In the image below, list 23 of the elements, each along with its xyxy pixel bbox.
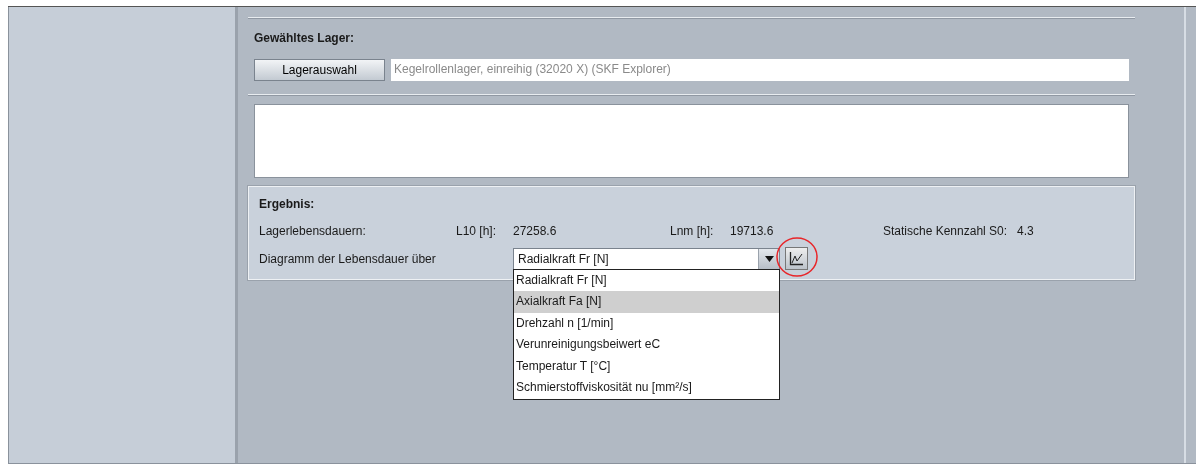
metric-value: 19713.6 <box>730 224 775 238</box>
metric-value: 27258.6 <box>513 224 558 238</box>
metric-label: Lnm [h]: <box>670 224 715 238</box>
dropdown-option[interactable]: Temperatur T [°C] <box>514 355 779 378</box>
caret-icon <box>764 255 774 262</box>
chart-button[interactable] <box>785 247 808 270</box>
field-label: Diagramm der Lebensdauer über <box>259 251 437 266</box>
metric-label: L10 [h]: <box>456 224 498 238</box>
section-heading: Gewähltes Lager: <box>253 30 356 47</box>
dropdown-option[interactable]: Schmierstoffviskosität nu [mm²/s] <box>514 377 779 400</box>
metric-value: 4.3 <box>1017 224 1035 238</box>
section-heading: Ergebnis: <box>259 196 316 213</box>
chart-icon <box>789 251 804 266</box>
dropdown-option[interactable]: Radialkraft Fr [N] <box>514 269 779 292</box>
dropdown-field[interactable]: Radialkraft Fr [N] <box>513 247 780 270</box>
text-area[interactable] <box>254 104 1129 178</box>
select-bearing-button[interactable]: Lagerauswahl <box>254 59 385 81</box>
dropdown-option[interactable]: Drehzahl n [1/min] <box>514 312 779 335</box>
field-label: Lagerlebensdauern: <box>259 224 367 238</box>
bearing-text-field[interactable]: Kegelrollenlager, einreihig (32020 X) (SKF Explorer) <box>391 59 1129 81</box>
dropdown-option[interactable]: Axialkraft Fa [N] <box>514 291 779 313</box>
dropdown-option[interactable]: Verunreinigungsbeiwert eC <box>514 334 779 356</box>
metric-label: Statische Kennzahl S0: <box>883 224 1009 238</box>
